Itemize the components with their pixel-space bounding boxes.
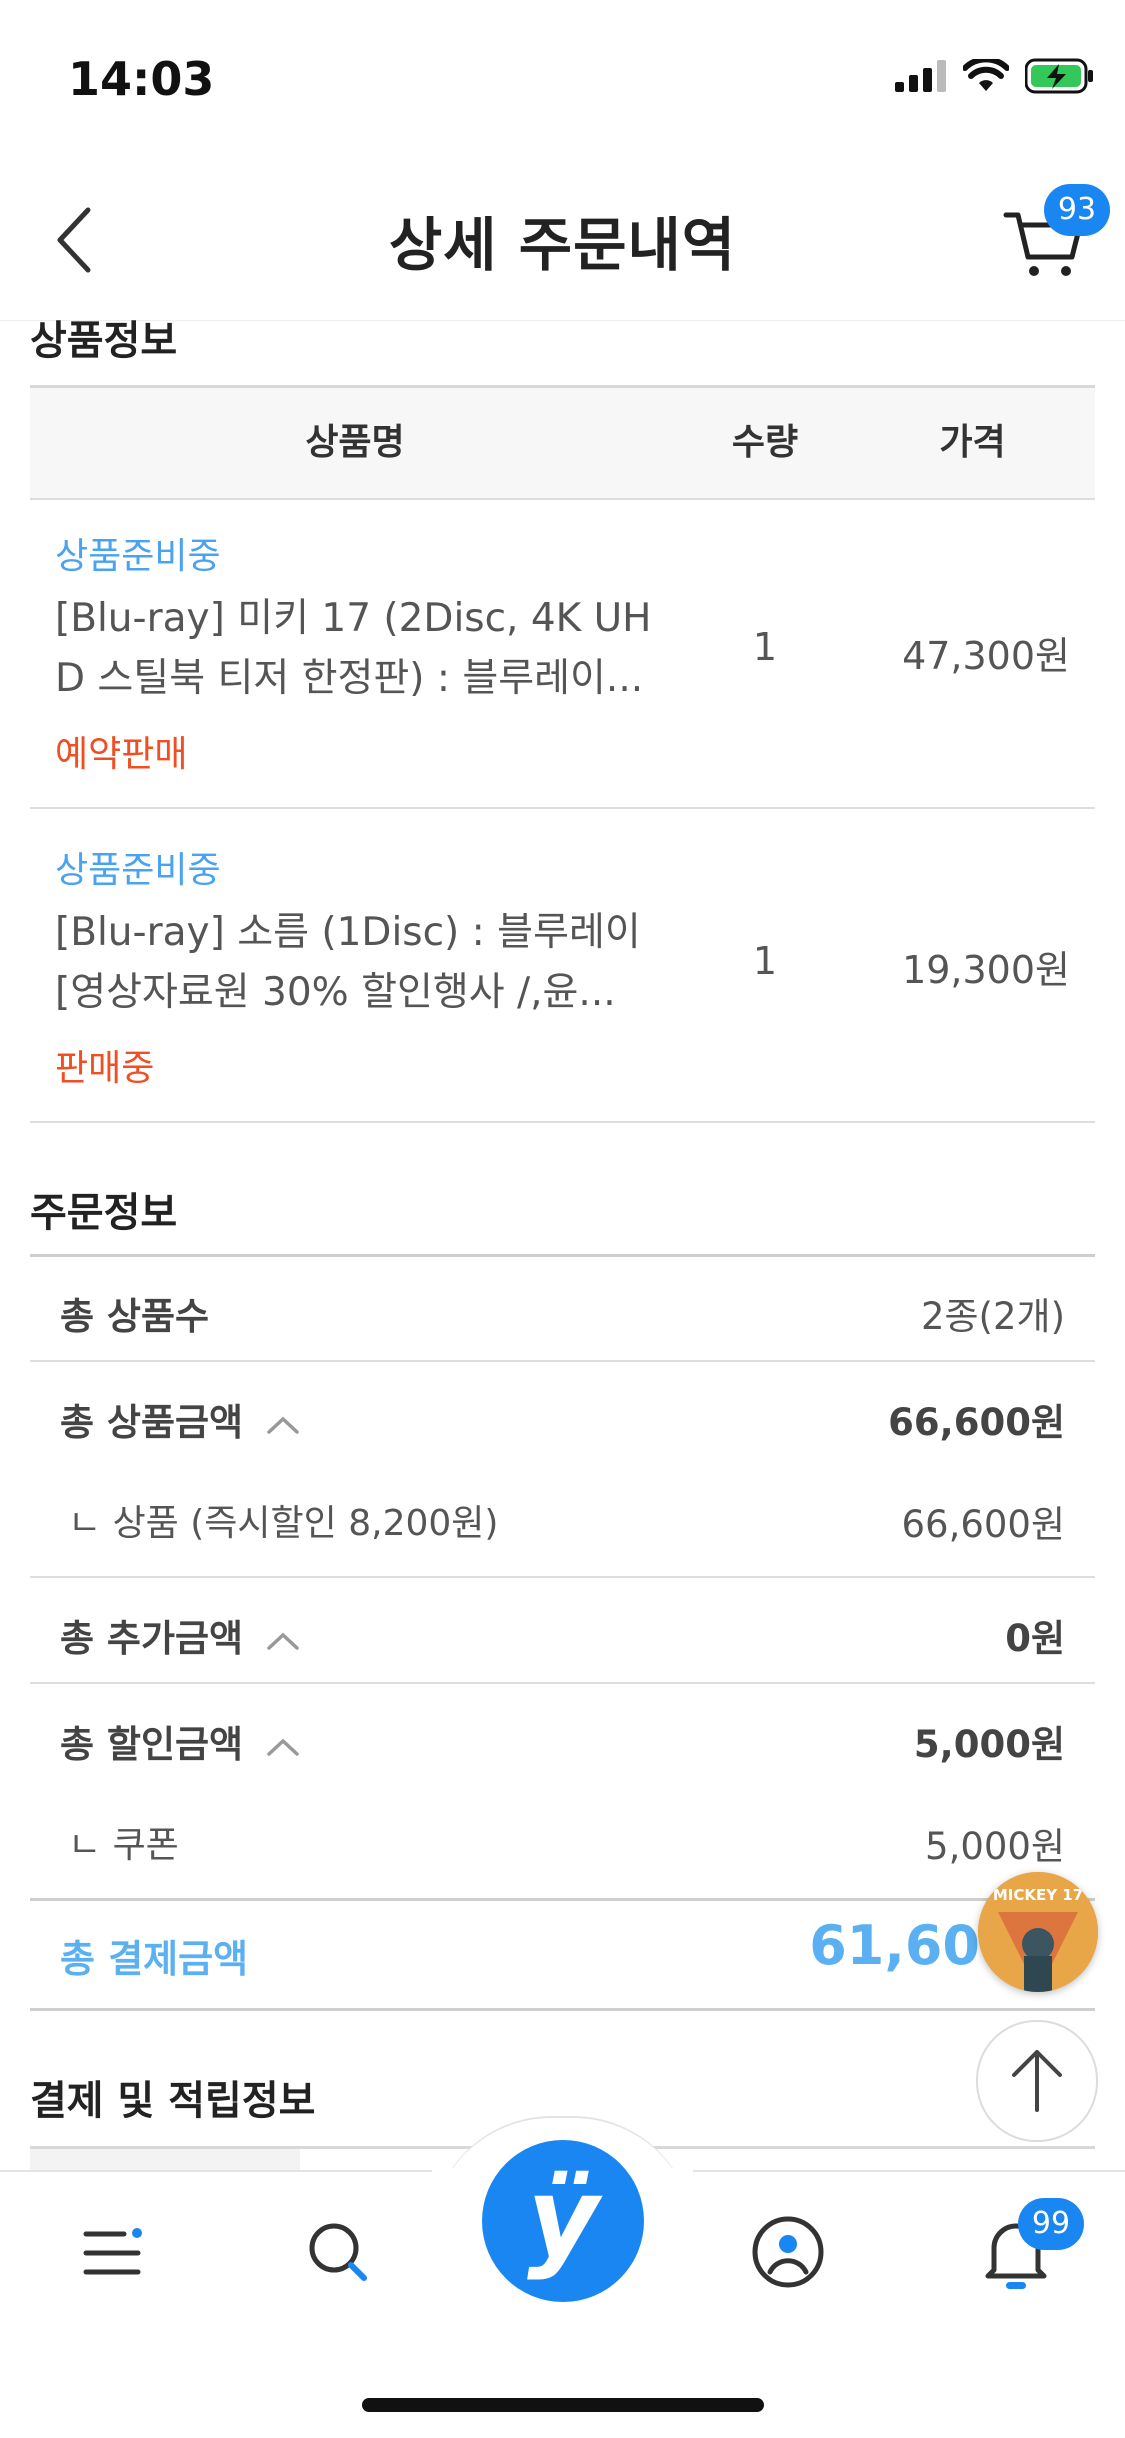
arrow-up-icon: [1012, 2050, 1062, 2112]
sale-status: 판매중: [55, 1048, 155, 1089]
product-table-header: 상품명 수량 가격: [30, 385, 1095, 500]
product-quantity: 1: [752, 939, 778, 983]
column-quantity: 수량: [731, 422, 799, 463]
product-status: 상품준비중: [55, 850, 221, 891]
sale-status: 예약판매: [55, 734, 188, 775]
chevron-up-icon: [267, 1416, 299, 1434]
total-extra-label: 총 추가금액: [60, 1617, 244, 1660]
thumbnail-title: MICKEY 17: [992, 1886, 1084, 1904]
divider: [30, 1576, 1095, 1578]
nav-home-logo-button[interactable]: ÿ: [482, 2140, 644, 2302]
page-title: 상세 주문내역: [388, 211, 737, 279]
total-extra-toggle[interactable]: 총 추가금액: [60, 1608, 300, 1662]
coupon-value: 5,000원: [925, 1825, 1065, 1868]
nav-my-page-button[interactable]: [748, 2212, 828, 2292]
column-product-name: 상품명: [305, 422, 405, 463]
divider: [30, 1254, 1095, 1257]
total-product-amount-value: 66,600원: [888, 1401, 1065, 1444]
product-discount-sub-value: 66,600원: [901, 1503, 1065, 1546]
logo-icon: ÿ: [527, 2154, 599, 2282]
order-info-section-title: 주문정보: [30, 1190, 178, 1236]
product-name-line[interactable]: [Blu-ray] 소름 (1Disc) : 블루레이: [55, 903, 641, 963]
product-status: 상품준비중: [55, 536, 221, 577]
user-icon: [752, 2216, 824, 2288]
status-icons: [895, 58, 1095, 94]
product-row[interactable]: 상품준비중 [Blu-ray] 소름 (1Disc) : 블루레이 [영상자료원…: [30, 809, 1095, 1123]
product-name-line[interactable]: [Blu-ray] 미키 17 (2Disc, 4K UH: [55, 589, 652, 649]
divider: [30, 1360, 1095, 1362]
product-name-line[interactable]: [영상자료원 30% 할인행사 /,윤...: [55, 963, 616, 1023]
total-items-label: 총 상품수: [60, 1295, 210, 1338]
battery-charging-icon: [1025, 58, 1093, 94]
total-discount-toggle[interactable]: 총 할인금액: [60, 1714, 300, 1768]
product-price: 19,300원: [902, 948, 1070, 992]
total-discount-label: 총 할인금액: [60, 1723, 244, 1766]
product-quantity: 1: [752, 625, 778, 669]
signal-icon: [895, 60, 946, 92]
notification-count-badge: 99: [1018, 2198, 1084, 2250]
chevron-up-icon: [267, 1632, 299, 1650]
recent-item-thumbnail[interactable]: MICKEY 17: [978, 1872, 1098, 1992]
product-discount-sub-label: ㄴ 상품 (즉시할인 8,200원): [68, 1503, 499, 1544]
nav-menu-button[interactable]: [80, 2218, 150, 2288]
divider: [30, 2008, 1095, 2011]
search-icon: [309, 2223, 367, 2281]
menu-icon: [83, 2228, 142, 2275]
total-payment-value: 61,60: [809, 1914, 980, 1977]
product-row[interactable]: 상품준비중 [Blu-ray] 미키 17 (2Disc, 4K UH D 스틸…: [30, 497, 1095, 809]
cart-count-badge: 93: [1044, 184, 1110, 236]
payment-section-title: 결제 및 적립정보: [30, 2078, 316, 2124]
wifi-icon: [963, 59, 1009, 91]
status-time: 14:03: [68, 52, 215, 106]
total-items-value: 2종(2개): [920, 1295, 1065, 1338]
home-indicator: [362, 2398, 764, 2412]
total-payment-label: 총 결제금액: [60, 1937, 249, 1981]
total-product-amount-label: 총 상품금액: [60, 1401, 244, 1444]
divider: [30, 1898, 1095, 1901]
section-title-mask: [0, 296, 1125, 320]
product-price: 47,300원: [902, 634, 1070, 678]
column-price: 가격: [939, 422, 1006, 463]
divider: [30, 1682, 1095, 1684]
total-extra-value: 0원: [1005, 1617, 1065, 1660]
coupon-label: ㄴ 쿠폰: [68, 1825, 179, 1866]
total-discount-value: 5,000원: [913, 1723, 1065, 1766]
chevron-up-icon: [267, 1738, 299, 1756]
total-product-amount-toggle[interactable]: 총 상품금액: [60, 1392, 300, 1446]
nav-search-button[interactable]: [300, 2214, 376, 2290]
product-name-line[interactable]: D 스틸북 티저 한정판) : 블루레이...: [55, 649, 643, 709]
scroll-to-top-button[interactable]: [976, 2020, 1098, 2142]
